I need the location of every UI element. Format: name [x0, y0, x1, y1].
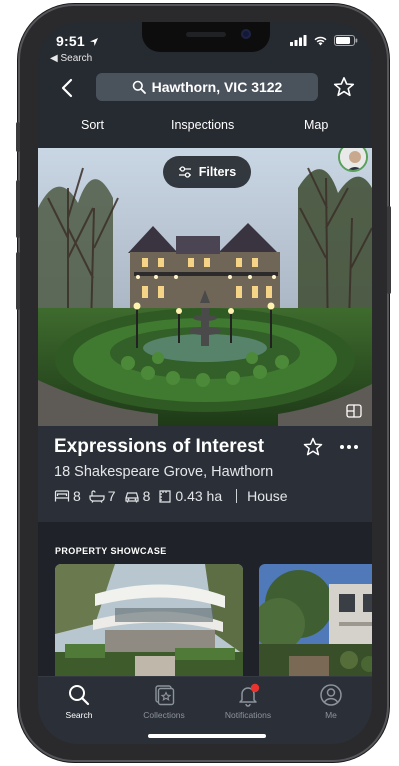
filters-label: Filters — [198, 165, 237, 179]
car-icon — [124, 491, 139, 502]
more-options-icon[interactable] — [338, 438, 360, 456]
tab-collections-label: Collections — [143, 710, 185, 720]
speaker-grille — [186, 32, 226, 37]
results-toolbar: Sort Inspections Map — [38, 114, 372, 140]
collections-icon — [155, 685, 175, 706]
sort-button[interactable]: Sort — [81, 118, 104, 132]
power-button — [387, 206, 391, 294]
bath-icon — [89, 489, 105, 503]
mansion-garden-photo — [38, 148, 372, 426]
tab-me[interactable]: Me — [291, 683, 371, 720]
search-icon — [69, 685, 90, 706]
battery-icon — [334, 35, 358, 46]
status-time: 9:51 — [56, 33, 99, 49]
tab-collections[interactable]: Collections — [124, 683, 204, 720]
bathrooms-feature: 7 — [89, 488, 116, 504]
listing-title: Expressions of Interest — [54, 436, 265, 457]
map-button[interactable]: Map — [304, 118, 328, 132]
showcase-card[interactable] — [259, 564, 372, 684]
divider — [236, 489, 238, 503]
notch — [142, 22, 270, 52]
location-arrow-icon — [89, 38, 98, 46]
parking-feature: 8 — [124, 488, 151, 504]
land-size-icon — [159, 489, 171, 503]
tab-notifications[interactable]: Notifications — [208, 683, 288, 720]
volume-down-button — [16, 252, 20, 310]
search-location-field[interactable]: Hawthorn, VIC 3122 — [96, 73, 318, 101]
save-search-star-icon[interactable] — [332, 75, 356, 99]
tab-search[interactable]: Search — [39, 683, 119, 720]
filter-sliders-icon — [178, 166, 191, 178]
parking-count: 8 — [142, 488, 151, 504]
property-showcase: PROPERTY SHOWCASE — [38, 522, 372, 684]
tab-me-label: Me — [325, 710, 337, 720]
bathrooms-count: 7 — [107, 488, 116, 504]
townhouse-photo — [259, 564, 372, 684]
bed-icon — [54, 489, 70, 501]
inspections-button[interactable]: Inspections — [171, 118, 234, 132]
showcase-card[interactable] — [55, 564, 243, 684]
showcase-heading: PROPERTY SHOWCASE — [55, 546, 167, 556]
listing-address: 18 Shakespeare Grove, Hawthorn — [54, 464, 274, 480]
listing-hero-photo[interactable]: Filters — [38, 148, 372, 426]
modern-house-photo — [55, 564, 243, 684]
back-chevron-icon[interactable] — [56, 76, 80, 100]
search-header: Hawthorn, VIC 3122 — [38, 70, 372, 106]
tab-search-label: Search — [65, 710, 93, 720]
back-to-app-link[interactable]: ◀ Search — [50, 53, 92, 64]
property-type: House — [247, 488, 288, 504]
bedrooms-feature: 8 — [54, 488, 81, 504]
screen: 9:51 ◀ Search Hawthorn, VIC 3122 Sort In… — [38, 22, 372, 744]
listing-details[interactable]: Expressions of Interest 18 Shakespeare G… — [38, 426, 372, 522]
filters-button[interactable]: Filters — [163, 156, 251, 188]
status-icons — [290, 35, 358, 46]
profile-icon — [320, 684, 342, 706]
land-size: 0.43 ha — [175, 488, 223, 504]
volume-up-button — [16, 180, 20, 238]
search-query: Hawthorn, VIC 3122 — [151, 79, 283, 95]
front-camera — [241, 29, 251, 39]
land-size-feature: 0.43 ha — [158, 488, 222, 504]
wifi-icon — [314, 36, 327, 46]
search-icon — [132, 80, 146, 94]
signal-icon — [290, 35, 307, 46]
tab-notifications-label: Notifications — [224, 710, 272, 720]
shortlist-star-icon[interactable] — [302, 436, 324, 458]
floorplan-toggle-icon[interactable] — [346, 404, 362, 418]
notification-dot — [250, 683, 260, 693]
home-indicator[interactable] — [148, 734, 266, 738]
bell-icon — [239, 683, 260, 707]
bedrooms-count: 8 — [73, 488, 81, 504]
mute-switch — [16, 122, 20, 152]
listing-features: 8 7 8 0.43 ha House — [54, 488, 288, 504]
